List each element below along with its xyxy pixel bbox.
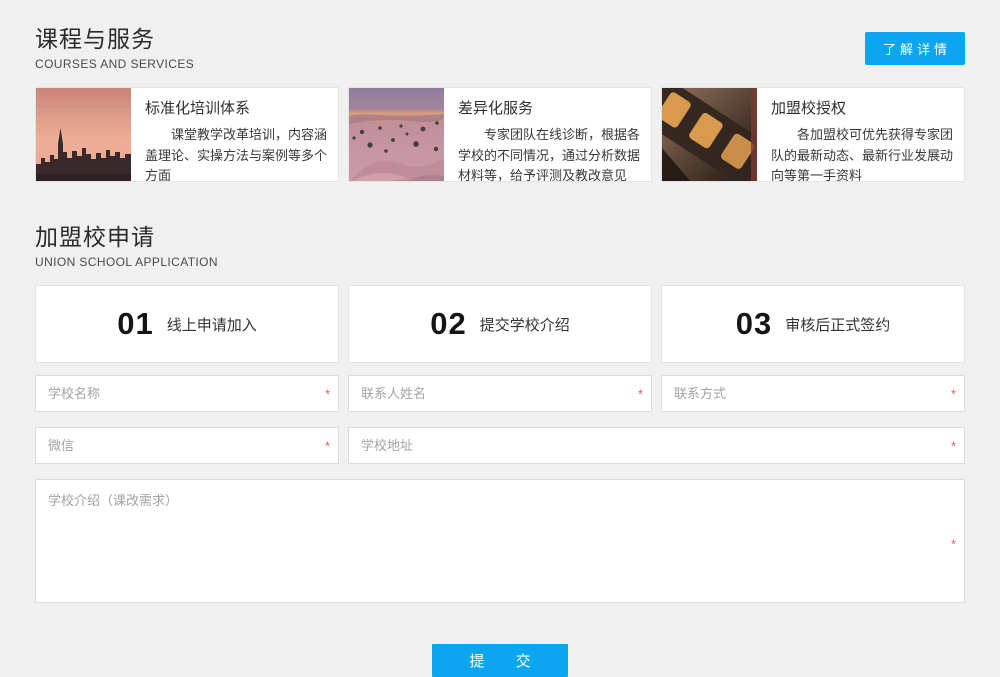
courses-section-subtitle: COURSES AND SERVICES [35,57,965,71]
contact-name-field: * [348,375,652,412]
step-label: 提交学校介绍 [480,314,570,335]
school-intro-textarea[interactable] [35,479,965,603]
desert-dusk-image [349,88,444,182]
service-card-differentiated-service: 差异化服务 专家团队在线诊断，根据各学校的不同情况，通过分析数据材料等，给予评测… [348,87,652,182]
learn-more-button[interactable]: 了解详情 [865,32,965,65]
school-name-input[interactable] [35,375,339,412]
contact-name-input[interactable] [348,375,652,412]
required-asterisk: * [325,439,330,452]
required-asterisk: * [325,387,330,400]
card-title: 标准化培训体系 [145,97,328,118]
application-steps-row: 01 线上申请加入 02 提交学校介绍 03 审核后正式签约 [35,285,965,363]
card-description: 专家团队在线诊断，根据各学校的不同情况，通过分析数据材料等，给予评测及教改意见 [458,125,641,182]
step-number: 02 [430,306,466,342]
service-cards-row: 标准化培训体系 课堂教学改革培训，内容涵盖理论、实操方法与案例等多个方面 [35,87,965,182]
city-skyline-sunset-image [36,88,131,182]
contact-method-field: * [661,375,965,412]
courses-section-title: 课程与服务 [35,20,965,54]
school-address-input[interactable] [348,427,965,464]
card-title: 加盟校授权 [771,97,954,118]
card-description: 各加盟校可优先获得专家团队的最新动态、最新行业发展动向等第一手资料 [771,125,954,182]
service-card-franchise-authorization: 加盟校授权 各加盟校可优先获得专家团队的最新动态、最新行业发展动向等第一手资料 [661,87,965,182]
submit-button[interactable]: 提 交 [432,644,568,677]
card-title: 差异化服务 [458,97,641,118]
step-2-submit-school-intro: 02 提交学校介绍 [348,285,652,363]
step-number: 03 [736,306,772,342]
card-text-block: 标准化培训体系 课堂教学改革培训，内容涵盖理论、实操方法与案例等多个方面 [131,88,338,181]
wechat-field: * [35,427,339,464]
step-label: 审核后正式签约 [785,314,890,335]
step-number: 01 [117,306,153,342]
required-asterisk: * [951,387,956,400]
application-section-subtitle: UNION SCHOOL APPLICATION [35,255,965,269]
service-card-standardized-training: 标准化培训体系 课堂教学改革培训，内容涵盖理论、实操方法与案例等多个方面 [35,87,339,182]
required-asterisk: * [638,387,643,400]
submit-row: 提 交 [35,644,965,677]
wechat-input[interactable] [35,427,339,464]
contact-method-input[interactable] [661,375,965,412]
required-asterisk: * [951,439,956,452]
card-text-block: 加盟校授权 各加盟校可优先获得专家团队的最新动态、最新行业发展动向等第一手资料 [757,88,964,181]
application-form: * * * * * * [35,375,965,608]
card-text-block: 差异化服务 专家团队在线诊断，根据各学校的不同情况，通过分析数据材料等，给予评测… [444,88,651,181]
film-strip-graphic [662,88,757,182]
desert-dunes-shrubs [349,88,444,182]
step-label: 线上申请加入 [167,314,257,335]
city-skyline-silhouette [36,88,131,182]
application-section-title: 加盟校申请 [35,218,965,252]
school-address-field: * [348,427,965,464]
courses-section-header: 课程与服务 COURSES AND SERVICES 了解详情 [35,20,965,71]
step-3-sign-contract: 03 审核后正式签约 [661,285,965,363]
film-strip-image [662,88,757,182]
page-container: 课程与服务 COURSES AND SERVICES 了解详情 标准化培训体系 … [35,0,965,677]
application-section-header: 加盟校申请 UNION SCHOOL APPLICATION [35,218,965,269]
required-asterisk: * [951,537,956,550]
card-description: 课堂教学改革培训，内容涵盖理论、实操方法与案例等多个方面 [145,125,328,182]
school-intro-field: * [35,479,965,608]
step-1-apply-online: 01 线上申请加入 [35,285,339,363]
school-name-field: * [35,375,339,412]
